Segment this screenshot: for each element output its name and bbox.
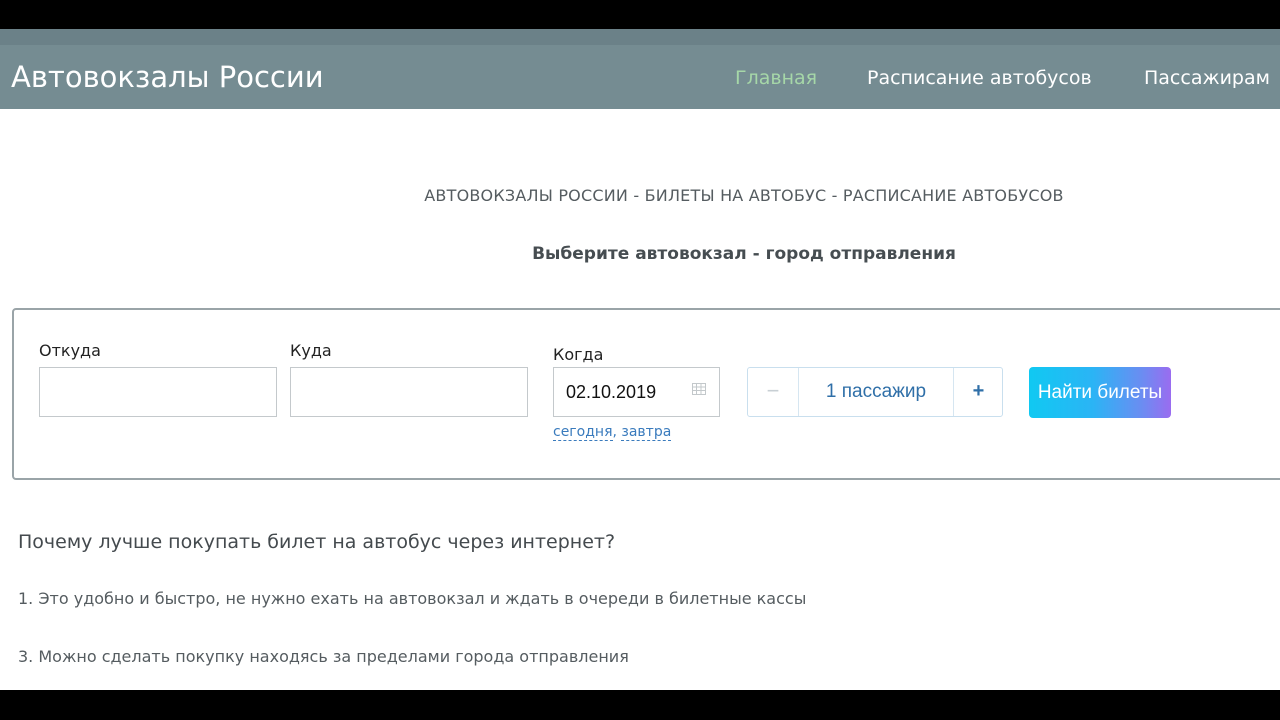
- search-form: Откуда Куда Когда сегодня, завтра − 1 па…: [12, 308, 1280, 480]
- page-heading: АВТОВОКЗАЛЫ РОССИИ - БИЛЕТЫ НА АВТОБУС -…: [424, 186, 1064, 205]
- from-label: Откуда: [39, 341, 101, 360]
- page: Автовокзалы России Главная Расписание ав…: [0, 29, 1280, 690]
- video-frame: Автовокзалы России Главная Расписание ав…: [0, 0, 1280, 720]
- why-item: 3. Можно сделать покупку находясь за пре…: [18, 647, 629, 666]
- to-label: Куда: [290, 341, 332, 360]
- passenger-stepper: − 1 пассажир +: [747, 367, 1003, 417]
- date-shortcuts: сегодня, завтра: [553, 424, 672, 441]
- nav-item-passengers[interactable]: Пассажирам: [1144, 67, 1270, 89]
- why-item: 1. Это удобно и быстро, не нужно ехать н…: [18, 589, 807, 608]
- from-input[interactable]: [39, 367, 277, 417]
- passenger-increment-button[interactable]: +: [953, 368, 1003, 416]
- tomorrow-link[interactable]: завтра: [621, 424, 672, 441]
- to-input[interactable]: [290, 367, 528, 417]
- navbar: Автовокзалы России Главная Расписание ав…: [0, 45, 1280, 109]
- nav-item-home[interactable]: Главная: [735, 67, 817, 89]
- today-link[interactable]: сегодня: [553, 424, 613, 441]
- find-tickets-button[interactable]: Найти билеты: [1029, 367, 1171, 418]
- why-section-title: Почему лучше покупать билет на автобус ч…: [18, 531, 616, 553]
- calendar-icon[interactable]: [692, 383, 706, 395]
- brand-logo[interactable]: Автовокзалы России: [11, 60, 324, 94]
- page-subheading: Выберите автовокзал - город отправления: [532, 244, 956, 264]
- nav-item-schedule[interactable]: Расписание автобусов: [867, 67, 1092, 89]
- date-link-separator: ,: [612, 424, 617, 440]
- when-label: Когда: [553, 345, 604, 364]
- top-strip: [0, 29, 1280, 45]
- passenger-decrement-button[interactable]: −: [748, 368, 799, 416]
- passenger-count: 1 пассажир: [825, 381, 927, 402]
